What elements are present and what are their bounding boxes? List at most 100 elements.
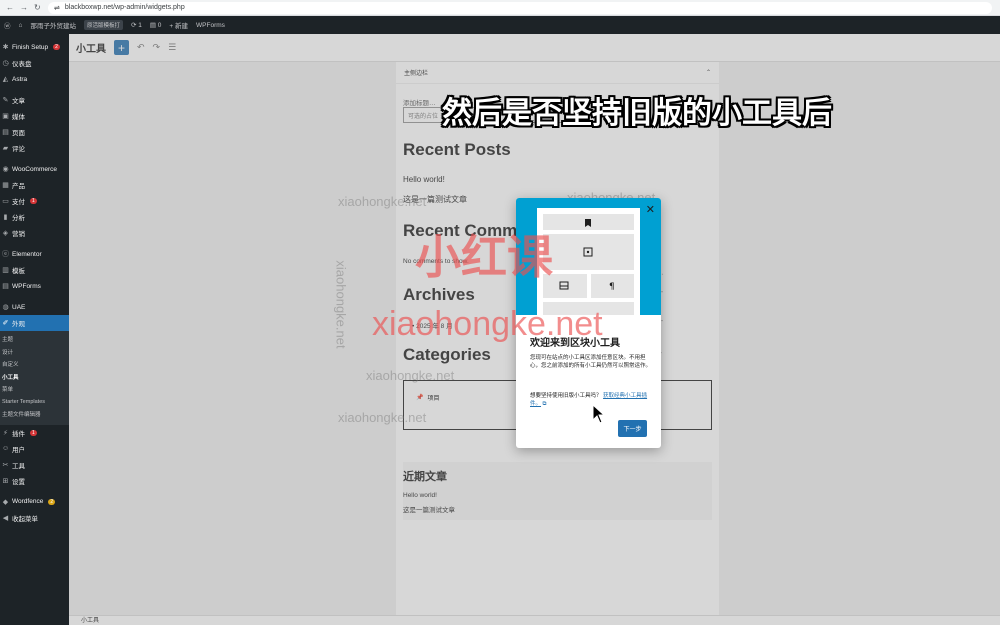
sidebar-item-pages[interactable]: ▤ 页面 (0, 124, 69, 140)
sidebar-item-dashboard[interactable]: ◷ 仪表盘 (0, 55, 69, 71)
sidebar-item-media[interactable]: ▣ 媒体 (0, 108, 69, 124)
sidebar-item-finish-setup[interactable]: ✱ Finish Setup 2 (0, 39, 69, 55)
sidebar-item-posts[interactable]: ✎ 文章 (0, 92, 69, 108)
modal-description: 您现可在站点的小工具区添加任意区块。不用担心，您之前添加的所有小工具仍然可以照常… (530, 355, 652, 369)
classic-question: 想要坚持使用旧版小工具吗？ (530, 393, 602, 399)
sidebar-item-label: 评论 (12, 146, 25, 153)
admin-bar: ⓦ ⌂ 那雨子外贸建站 原活版模板打 ⟳ 1 ▤ 0 + 新建 WPForms (0, 16, 1000, 34)
sidebar-item-label: 插件 (12, 430, 25, 438)
badge: 1 (30, 429, 37, 436)
pin-icon: ✎ (2, 97, 9, 104)
watermark-text: xiaohongke.net (338, 194, 427, 209)
submenu-themes[interactable]: 主题 (0, 333, 69, 346)
watermark-text: xiaohongke.net (333, 260, 349, 349)
sidebar-item-elementor[interactable]: ⓔ Elementor (0, 246, 69, 262)
collapse-icon: ◀ (2, 514, 9, 522)
sidebar-item-label: Finish Setup (12, 43, 49, 51)
settings-icon: ⊞ (2, 477, 9, 485)
sidebar-item-label: 页面 (12, 130, 25, 137)
sidebar-item-comments[interactable]: ▰ 评论 (0, 140, 69, 156)
sidebar-item-label: Wordfence (12, 498, 44, 505)
sidebar-item-label: WPForms (12, 282, 41, 290)
template-icon: ▥ (2, 267, 9, 274)
product-icon: ▦ (2, 182, 9, 189)
sidebar-item-label: 设置 (12, 478, 25, 486)
submenu-menus[interactable]: 菜单 (0, 383, 69, 396)
back-icon[interactable]: ← (6, 3, 14, 12)
close-icon[interactable]: ✕ (646, 203, 655, 216)
sidebar-item-marketing[interactable]: ◈ 营销 (0, 225, 69, 241)
badge: 2 (53, 44, 60, 50)
sidebar-item-label: 收起菜单 (12, 515, 38, 523)
comment-icon: ▰ (2, 145, 9, 152)
admin-bar-new[interactable]: + 新建 (169, 20, 188, 30)
sidebar-item-label: 用户 (12, 446, 25, 454)
updates-icon[interactable]: ⟳ 1 (131, 21, 142, 29)
sidebar-item-wordfence[interactable]: ◆ Wordfence 2 (0, 494, 69, 510)
sidebar-item-analytics[interactable]: ▮ 分析 (0, 209, 69, 225)
site-settings-icon[interactable]: ⇌ (54, 4, 60, 12)
wordpress-logo-icon[interactable]: ⓦ (4, 20, 11, 30)
admin-bar-pill[interactable]: 原活版模板打 (83, 20, 123, 30)
submenu-theme-file-editor[interactable]: 主题文件编辑器 (0, 408, 69, 421)
astra-icon: ◭ (2, 76, 9, 83)
sidebar-item-wpforms[interactable]: ▤ WPForms (0, 278, 69, 294)
sidebar-item-label: 工具 (12, 462, 25, 470)
appearance-submenu: 主题 设计 自定义 小工具 菜单 Starter Templates 主题文件编… (0, 331, 69, 425)
watermark-text: xiaohongke.net (366, 368, 455, 383)
sidebar-item-uae[interactable]: ◍ UAE (0, 299, 69, 315)
watermark-logo: 小红课 (415, 231, 553, 283)
appearance-icon: ✐ (2, 320, 9, 327)
sidebar-item-appearance[interactable]: ✐ 外观 (0, 315, 69, 331)
next-button[interactable]: 下一步 (618, 420, 647, 437)
comments-count: 0 (157, 22, 162, 29)
watermark-text: xiaohongke.net (338, 410, 427, 425)
sidebar-item-settings[interactable]: ⊞ 设置 (0, 473, 69, 489)
sidebar-item-collapse[interactable]: ◀ 收起菜单 (0, 510, 69, 526)
plugin-icon: ⚡ (3, 429, 8, 437)
dashboard-icon: ◷ (2, 60, 9, 67)
reload-icon[interactable]: ↻ (34, 3, 41, 12)
url-text: blackboxwp.net/wp-admin/widgets.php (64, 4, 185, 11)
submenu-starter-templates[interactable]: Starter Templates (0, 396, 69, 409)
forward-icon[interactable]: → (20, 3, 28, 12)
sidebar-item-label: 仪表盘 (12, 61, 32, 68)
sidebar-item-plugins[interactable]: ⚡ 插件 1 (0, 425, 69, 441)
external-link-icon: ⧉ (542, 401, 547, 407)
badge: 2 (48, 498, 56, 505)
submenu-widgets[interactable]: 小工具 (0, 371, 69, 384)
sidebar-item-label: 模板 (12, 268, 25, 275)
admin-bar-home-icon: ⌂ (18, 21, 23, 29)
svg-text:¶: ¶ (609, 282, 615, 292)
classic-widgets-note: 想要坚持使用旧版小工具吗？ 获取经典小工具插件。 ⧉ (530, 392, 652, 408)
sidebar-item-payments[interactable]: ▭ 支付 1 (0, 193, 69, 209)
sidebar-item-users[interactable]: ☺ 用户 (0, 441, 69, 457)
sidebar-item-label: 产品 (12, 183, 25, 190)
updates-count: 1 (138, 22, 142, 29)
admin-sidebar: ✱ Finish Setup 2 ◷ 仪表盘 ◭ Astra ✎ 文章 ▣ 媒体 ▤ 页面 ▰… (0, 34, 69, 625)
admin-bar-site[interactable]: 那雨子外贸建站 (30, 20, 76, 30)
admin-bar-wpforms[interactable]: WPForms (196, 22, 225, 29)
sidebar-item-label: UAE (12, 303, 26, 311)
sidebar-item-label: Elementor (12, 250, 42, 258)
badge: 1 (30, 198, 37, 204)
marketing-icon: ◈ (2, 230, 9, 237)
wordfence-icon: ◆ (2, 498, 9, 506)
analytics-icon: ▮ (3, 214, 8, 221)
sidebar-item-label: 分析 (12, 215, 25, 222)
sidebar-item-tools[interactable]: ✂ 工具 (0, 457, 69, 473)
sidebar-item-products[interactable]: ▦ 产品 (0, 177, 69, 193)
submenu-customize[interactable]: 自定义 (0, 358, 69, 371)
watermark-url: xiaohongke.net (372, 305, 603, 343)
address-bar[interactable]: ⇌ blackboxwp.net/wp-admin/widgets.php (48, 1, 992, 14)
sidebar-item-label: 外观 (12, 321, 25, 328)
sidebar-item-templates[interactable]: ▥ 模板 (0, 262, 69, 278)
browser-nav: ← → ↻ (0, 3, 48, 12)
user-icon: ☺ (2, 445, 10, 452)
media-icon: ▣ (2, 113, 9, 120)
video-subtitle: 然后是否坚持旧版的小工具后 (442, 97, 832, 130)
sidebar-item-woocommerce[interactable]: ◉ WooCommerce (0, 161, 69, 177)
sidebar-item-astra[interactable]: ◭ Astra (0, 71, 69, 87)
submenu-design[interactable]: 设计 (0, 346, 69, 359)
comments-icon[interactable]: ▤ 0 (150, 21, 162, 29)
